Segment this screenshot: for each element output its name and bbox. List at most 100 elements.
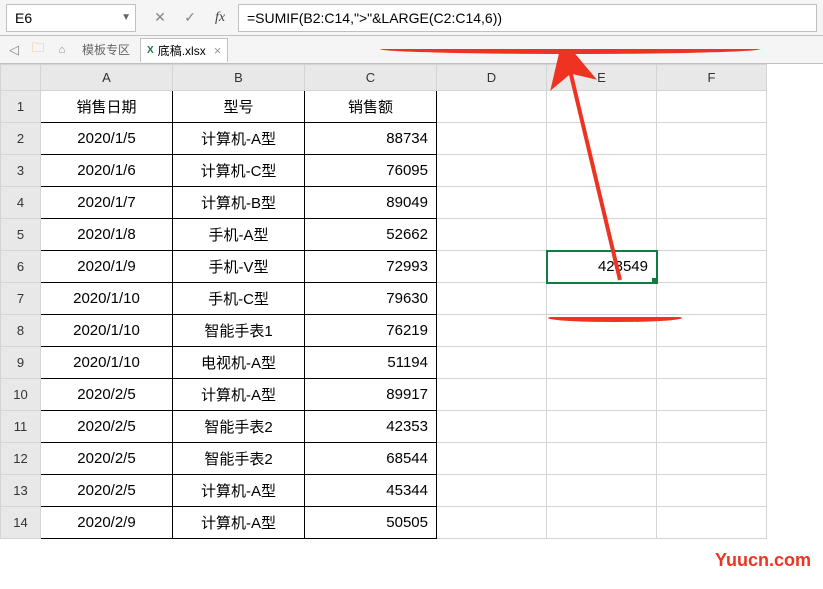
cell[interactable]: 2020/2/9: [41, 507, 173, 539]
fx-icon[interactable]: fx: [206, 4, 234, 32]
cell[interactable]: [437, 315, 547, 347]
cell[interactable]: [657, 91, 767, 123]
cell[interactable]: 电视机-A型: [173, 347, 305, 379]
select-all-corner[interactable]: [1, 65, 41, 91]
cell[interactable]: [547, 347, 657, 379]
cell[interactable]: 计算机-C型: [173, 155, 305, 187]
cell[interactable]: [437, 123, 547, 155]
cell[interactable]: 2020/2/5: [41, 443, 173, 475]
cell[interactable]: [437, 507, 547, 539]
cell[interactable]: 79630: [305, 283, 437, 315]
row-header[interactable]: 5: [1, 219, 41, 251]
cell[interactable]: 89049: [305, 187, 437, 219]
cancel-icon[interactable]: ✕: [146, 4, 174, 32]
cell[interactable]: [657, 283, 767, 315]
cell[interactable]: [547, 315, 657, 347]
row-header[interactable]: 3: [1, 155, 41, 187]
cell[interactable]: 68544: [305, 443, 437, 475]
cell[interactable]: 51194: [305, 347, 437, 379]
cell[interactable]: 2020/1/9: [41, 251, 173, 283]
cell[interactable]: [437, 219, 547, 251]
cell[interactable]: [437, 443, 547, 475]
cell[interactable]: [657, 507, 767, 539]
cell[interactable]: 76219: [305, 315, 437, 347]
row-header[interactable]: 13: [1, 475, 41, 507]
row-header[interactable]: 4: [1, 187, 41, 219]
col-header-B[interactable]: B: [173, 65, 305, 91]
cell[interactable]: 76095: [305, 155, 437, 187]
cell[interactable]: [547, 411, 657, 443]
col-header-C[interactable]: C: [305, 65, 437, 91]
cell[interactable]: [547, 155, 657, 187]
cell[interactable]: 2020/1/10: [41, 283, 173, 315]
cell[interactable]: [657, 123, 767, 155]
cell[interactable]: 50505: [305, 507, 437, 539]
cell[interactable]: 2020/2/5: [41, 379, 173, 411]
col-header-E[interactable]: E: [547, 65, 657, 91]
col-header-F[interactable]: F: [657, 65, 767, 91]
cell[interactable]: [437, 475, 547, 507]
row-header[interactable]: 1: [1, 91, 41, 123]
template-zone-label[interactable]: 模板专区: [76, 41, 136, 58]
row-header[interactable]: 8: [1, 315, 41, 347]
cell[interactable]: 2020/1/7: [41, 187, 173, 219]
cell[interactable]: [657, 155, 767, 187]
cell[interactable]: 2020/1/8: [41, 219, 173, 251]
cell[interactable]: [547, 379, 657, 411]
fill-handle[interactable]: [652, 278, 657, 283]
cell[interactable]: [547, 219, 657, 251]
cell[interactable]: 计算机-B型: [173, 187, 305, 219]
active-cell-E6[interactable]: 423549: [547, 251, 657, 283]
cell[interactable]: [657, 315, 767, 347]
cell[interactable]: [437, 283, 547, 315]
cell[interactable]: 销售额: [305, 91, 437, 123]
cell[interactable]: 2020/1/10: [41, 347, 173, 379]
doc-tab-file[interactable]: X 底稿.xlsx ×: [140, 38, 228, 62]
cell[interactable]: [547, 91, 657, 123]
cell[interactable]: 2020/2/5: [41, 411, 173, 443]
cell[interactable]: 计算机-A型: [173, 379, 305, 411]
col-header-A[interactable]: A: [41, 65, 173, 91]
formula-input[interactable]: =SUMIF(B2:C14,">"&LARGE(C2:C14,6)): [238, 4, 817, 32]
cell[interactable]: [547, 443, 657, 475]
close-tab-icon[interactable]: ×: [214, 43, 222, 58]
cell[interactable]: 计算机-A型: [173, 507, 305, 539]
row-header[interactable]: 2: [1, 123, 41, 155]
cell[interactable]: 89917: [305, 379, 437, 411]
cell[interactable]: [547, 283, 657, 315]
cell[interactable]: [657, 187, 767, 219]
name-box[interactable]: E6 ▼: [6, 4, 136, 32]
cell[interactable]: 72993: [305, 251, 437, 283]
cell[interactable]: [547, 123, 657, 155]
cell[interactable]: 2020/1/6: [41, 155, 173, 187]
cell[interactable]: [437, 187, 547, 219]
cell[interactable]: 2020/1/5: [41, 123, 173, 155]
grid-table[interactable]: A B C D E F 1 销售日期 型号 销售额 2 2020/1/5 计算机…: [0, 64, 767, 539]
folder-icon[interactable]: 🗀: [28, 40, 48, 60]
row-header[interactable]: 9: [1, 347, 41, 379]
cell[interactable]: [437, 411, 547, 443]
cell[interactable]: 手机-V型: [173, 251, 305, 283]
cell[interactable]: [437, 379, 547, 411]
row-header[interactable]: 7: [1, 283, 41, 315]
col-header-D[interactable]: D: [437, 65, 547, 91]
cell[interactable]: [657, 475, 767, 507]
cell[interactable]: 手机-C型: [173, 283, 305, 315]
cell[interactable]: 45344: [305, 475, 437, 507]
cell[interactable]: [657, 443, 767, 475]
row-header[interactable]: 12: [1, 443, 41, 475]
cell[interactable]: 88734: [305, 123, 437, 155]
row-header[interactable]: 14: [1, 507, 41, 539]
cell[interactable]: 手机-A型: [173, 219, 305, 251]
name-box-dropdown-icon[interactable]: ▼: [121, 12, 131, 23]
cell[interactable]: 52662: [305, 219, 437, 251]
cell[interactable]: 2020/1/10: [41, 315, 173, 347]
back-icon[interactable]: ◁: [4, 40, 24, 60]
cell[interactable]: [657, 219, 767, 251]
cell[interactable]: [547, 475, 657, 507]
cell[interactable]: [657, 251, 767, 283]
cell[interactable]: [547, 187, 657, 219]
cell[interactable]: [437, 155, 547, 187]
cell[interactable]: [657, 411, 767, 443]
cell[interactable]: 计算机-A型: [173, 123, 305, 155]
